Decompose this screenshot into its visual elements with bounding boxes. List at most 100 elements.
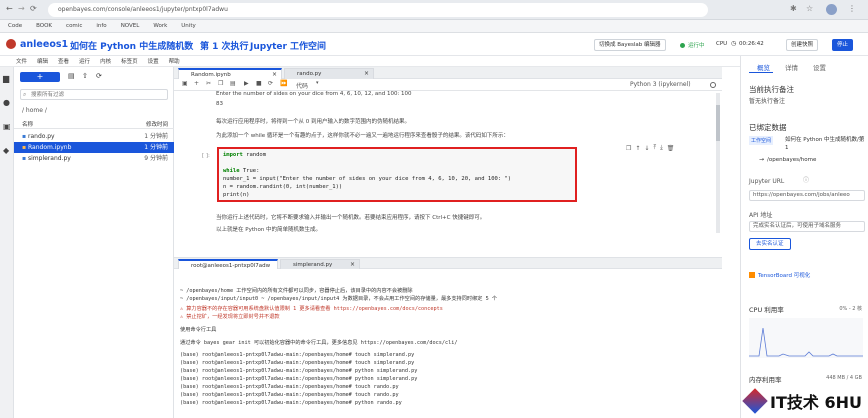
bookmark-work[interactable]: Work: [153, 23, 167, 29]
save-icon[interactable]: ▣: [182, 81, 188, 87]
user-avatar[interactable]: [6, 39, 16, 49]
forward-icon[interactable]: →: [18, 5, 25, 13]
move-down-icon[interactable]: ↓: [644, 145, 649, 152]
menu-edit[interactable]: 编辑: [37, 57, 48, 65]
job-info-panel: 概览 详情 设置 当前执行备注 暂无执行备注 已绑定数据 工作空间 如何在 Py…: [740, 56, 868, 418]
bookmark-novel[interactable]: NOVEL: [121, 23, 140, 29]
insert-above-icon[interactable]: ⤒: [653, 144, 656, 152]
browser-menu-icon[interactable]: ⋮: [848, 5, 856, 13]
bookmark-code[interactable]: Code: [8, 23, 22, 29]
close-icon[interactable]: ×: [350, 262, 355, 268]
notebook-file-icon: ▪: [22, 144, 27, 151]
delete-cell-icon[interactable]: 🗑: [667, 145, 675, 152]
scrollbar[interactable]: [716, 93, 720, 233]
tensorboard-link[interactable]: TensorBoard 可视化: [758, 271, 810, 279]
jupyter-url-field[interactable]: https://openbayes.com/jobs/anleeo: [749, 190, 865, 201]
star-icon[interactable]: ☆: [806, 5, 813, 13]
active-tab-indicator: [749, 72, 773, 73]
col-name[interactable]: 名称: [22, 120, 33, 128]
menu-tabs[interactable]: 标签页: [121, 57, 138, 65]
memory-usage-title: 内存利用率: [749, 376, 782, 384]
chevron-down-icon[interactable]: ▾: [316, 81, 319, 86]
add-cell-icon[interactable]: +: [194, 81, 199, 87]
tab-settings[interactable]: 设置: [813, 62, 826, 72]
file-time: 1 分钟前: [144, 133, 168, 140]
kernel-name[interactable]: Python 3 (ipykernel): [630, 81, 691, 88]
close-icon[interactable]: ×: [272, 72, 277, 78]
menu-file[interactable]: 文件: [16, 57, 27, 65]
file-list-header: 名称 修改时间: [14, 119, 174, 129]
terminal-line: (base) root@anleeos1-pntxp0l7adwu-main:/…: [180, 352, 415, 358]
markdown-text: 以上就是在 Python 中的简单随机数生成。: [216, 227, 322, 233]
tab-label: rando.py: [297, 71, 322, 77]
info-icon: ⓘ: [803, 177, 810, 184]
profile-avatar[interactable]: [826, 4, 837, 15]
menu-run[interactable]: 运行: [79, 57, 90, 65]
new-folder-icon[interactable]: ▤: [68, 73, 75, 80]
code-line: while True:: [223, 168, 260, 174]
file-name: rando.py: [28, 133, 55, 140]
file-row[interactable]: ▪ simplerand.py 9 分钟前: [14, 153, 174, 164]
address-bar[interactable]: openbayes.com/console/anleeos1/jupyter/p…: [48, 3, 708, 17]
menu-kernel[interactable]: 内核: [100, 57, 111, 65]
menu-help[interactable]: 帮助: [169, 57, 180, 65]
bookmark-unity[interactable]: Unity: [181, 23, 195, 29]
cut-icon[interactable]: ✂: [206, 81, 211, 87]
new-launcher-button[interactable]: +: [20, 72, 60, 82]
tab-details[interactable]: 详情: [785, 62, 798, 72]
tab-overview[interactable]: 概览: [757, 62, 770, 72]
create-snapshot-button[interactable]: 创建快照: [786, 39, 819, 51]
bookmark-comic[interactable]: comic: [66, 23, 82, 29]
file-row[interactable]: ▪ rando.py 1 分钟前: [14, 131, 174, 142]
stop-icon[interactable]: ■: [256, 81, 262, 87]
duplicate-cell-icon[interactable]: ❐: [626, 145, 631, 152]
terminal-output[interactable]: ~ /openbayes/home 工作空间内的所有文件都可以同步，容器停止后，…: [174, 269, 722, 418]
menu-settings[interactable]: 设置: [148, 57, 159, 65]
tab-label: simplerand.py: [293, 262, 333, 268]
restart-icon[interactable]: ⟳: [268, 81, 273, 87]
output-line: 83: [216, 101, 223, 107]
close-icon[interactable]: ×: [364, 71, 369, 77]
workspace-name[interactable]: 如何在 Python 中生成随机数/第 1: [785, 136, 865, 152]
terminal-line: 使用命令行工具: [180, 327, 217, 333]
stop-button[interactable]: 停止: [832, 39, 854, 51]
paste-icon[interactable]: ▤: [230, 81, 236, 87]
extension-icon[interactable]: ✱: [790, 5, 797, 13]
code-cell-highlighted[interactable]: import random while True: number_1 = inp…: [217, 147, 577, 202]
folder-icon[interactable]: ▆: [3, 75, 9, 83]
code-line: import random: [223, 152, 267, 158]
file-search-input[interactable]: [31, 91, 161, 99]
running-icon[interactable]: ●: [3, 99, 10, 107]
copy-icon[interactable]: ❐: [218, 81, 223, 87]
brand-name[interactable]: anleeos1: [20, 39, 68, 50]
file-row-selected[interactable]: ▪ Random.ipynb 1 分钟前: [14, 142, 174, 153]
back-icon[interactable]: ←: [6, 5, 13, 13]
upload-icon[interactable]: ⇧: [82, 73, 88, 80]
cell-toolbar: ❐ ↑ ↓ ⤒ ⤓ 🗑: [626, 144, 674, 152]
file-search-box[interactable]: ⌕: [20, 89, 168, 100]
extensions-icon[interactable]: ◆: [3, 147, 9, 155]
breadcrumb[interactable]: / home /: [22, 107, 47, 114]
site-watermark: IT技术 6HU: [742, 384, 868, 418]
workspace-badge: 工作空间: [749, 136, 774, 145]
tab-random-ipynb[interactable]: Random.ipynb ×: [178, 68, 282, 79]
menu-view[interactable]: 查看: [58, 57, 69, 65]
reload-icon[interactable]: ⟳: [30, 5, 37, 13]
api-field[interactable]: 完成实名认证后，可使用子域名服务: [749, 221, 865, 232]
bookmark-info[interactable]: info: [96, 23, 106, 29]
verify-button[interactable]: 去实名认证: [749, 238, 791, 250]
move-up-icon[interactable]: ↑: [635, 145, 640, 152]
run-icon[interactable]: ▶: [244, 81, 249, 87]
bookmark-book[interactable]: BOOK: [36, 23, 52, 29]
cpu-label: CPU: [716, 41, 728, 47]
file-name: simplerand.py: [28, 155, 71, 162]
tab-rando-py[interactable]: rando.py ×: [284, 68, 374, 79]
cell-type-select[interactable]: 代码: [296, 81, 308, 90]
refresh-icon[interactable]: ⟳: [96, 73, 102, 80]
markdown-text: 为此添加一个 while 循环是一个有趣的点子，这样你就不必一遍又一遍地运行程序…: [216, 133, 509, 139]
commands-icon[interactable]: ▣: [3, 123, 11, 131]
col-modified[interactable]: 修改时间: [146, 120, 168, 128]
insert-below-icon[interactable]: ⤓: [660, 144, 663, 152]
switch-editor-button[interactable]: 切换成 Bayeslab 编辑器: [594, 39, 666, 51]
fast-forward-icon[interactable]: ⏩: [280, 81, 287, 87]
